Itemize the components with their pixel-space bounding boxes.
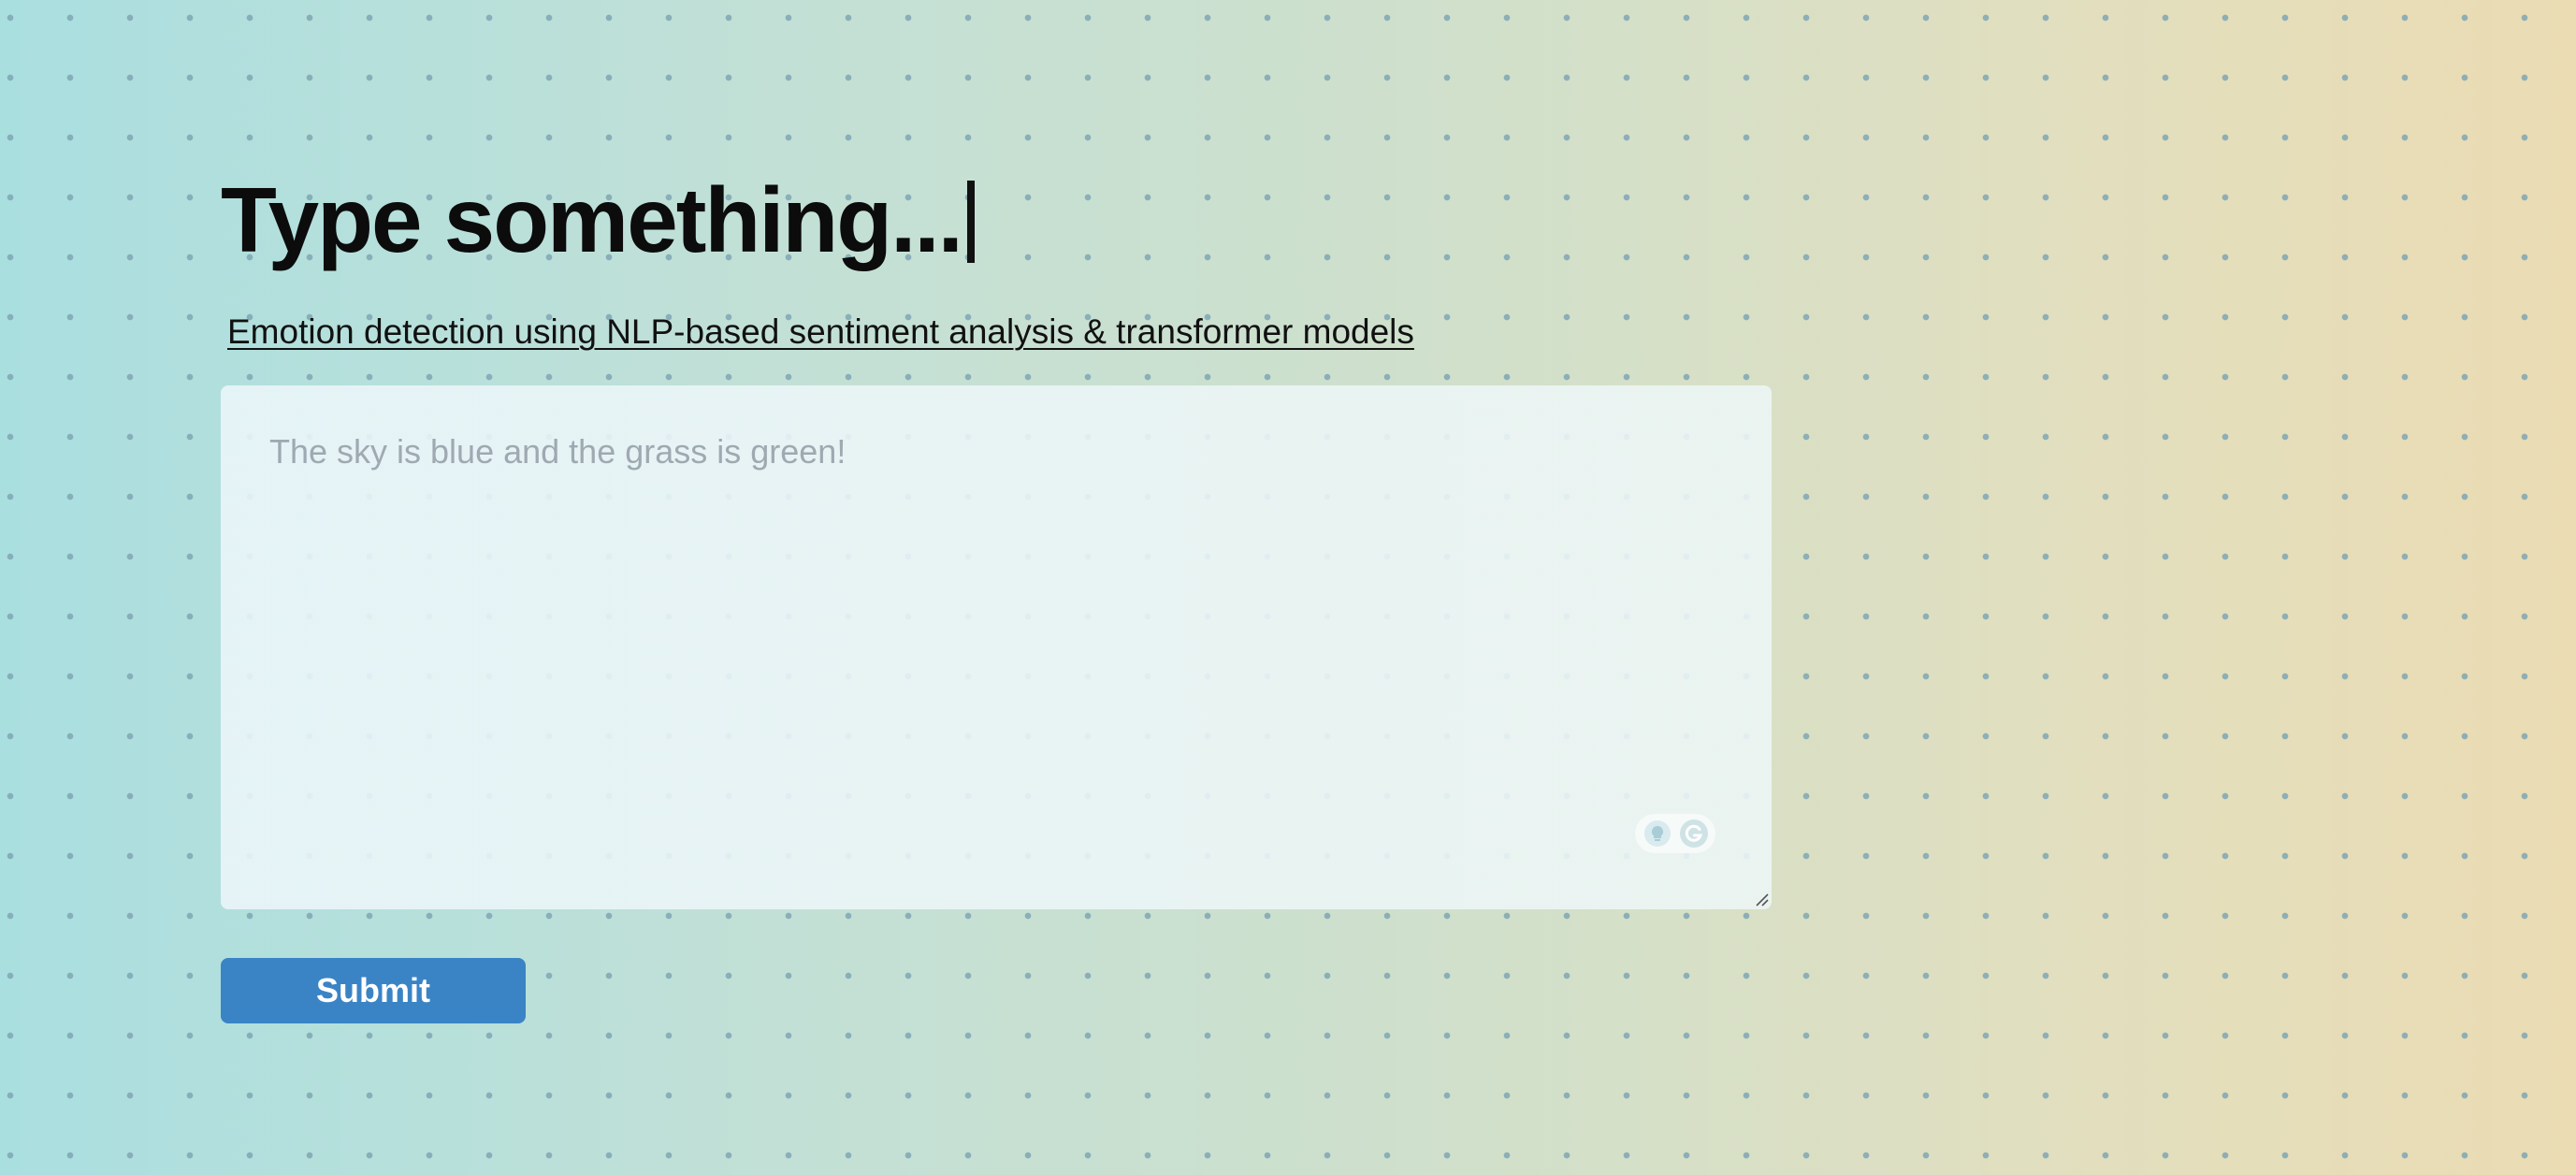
page-subtitle: Emotion detection using NLP-based sentim… <box>227 312 1414 351</box>
text-input[interactable] <box>221 385 1772 909</box>
text-input-card <box>221 385 1772 909</box>
page-title: Type something... <box>221 168 963 271</box>
title-row: Type something... <box>221 168 1773 271</box>
resize-grip-icon[interactable] <box>1753 891 1770 907</box>
lightbulb-icon[interactable] <box>1642 818 1673 849</box>
main-content: Type something... Emotion detection usin… <box>221 168 1773 1023</box>
submit-button[interactable]: Submit <box>221 958 526 1023</box>
extension-icons <box>1635 814 1715 853</box>
grammarly-icon[interactable] <box>1678 818 1710 849</box>
typing-caret <box>966 181 975 263</box>
